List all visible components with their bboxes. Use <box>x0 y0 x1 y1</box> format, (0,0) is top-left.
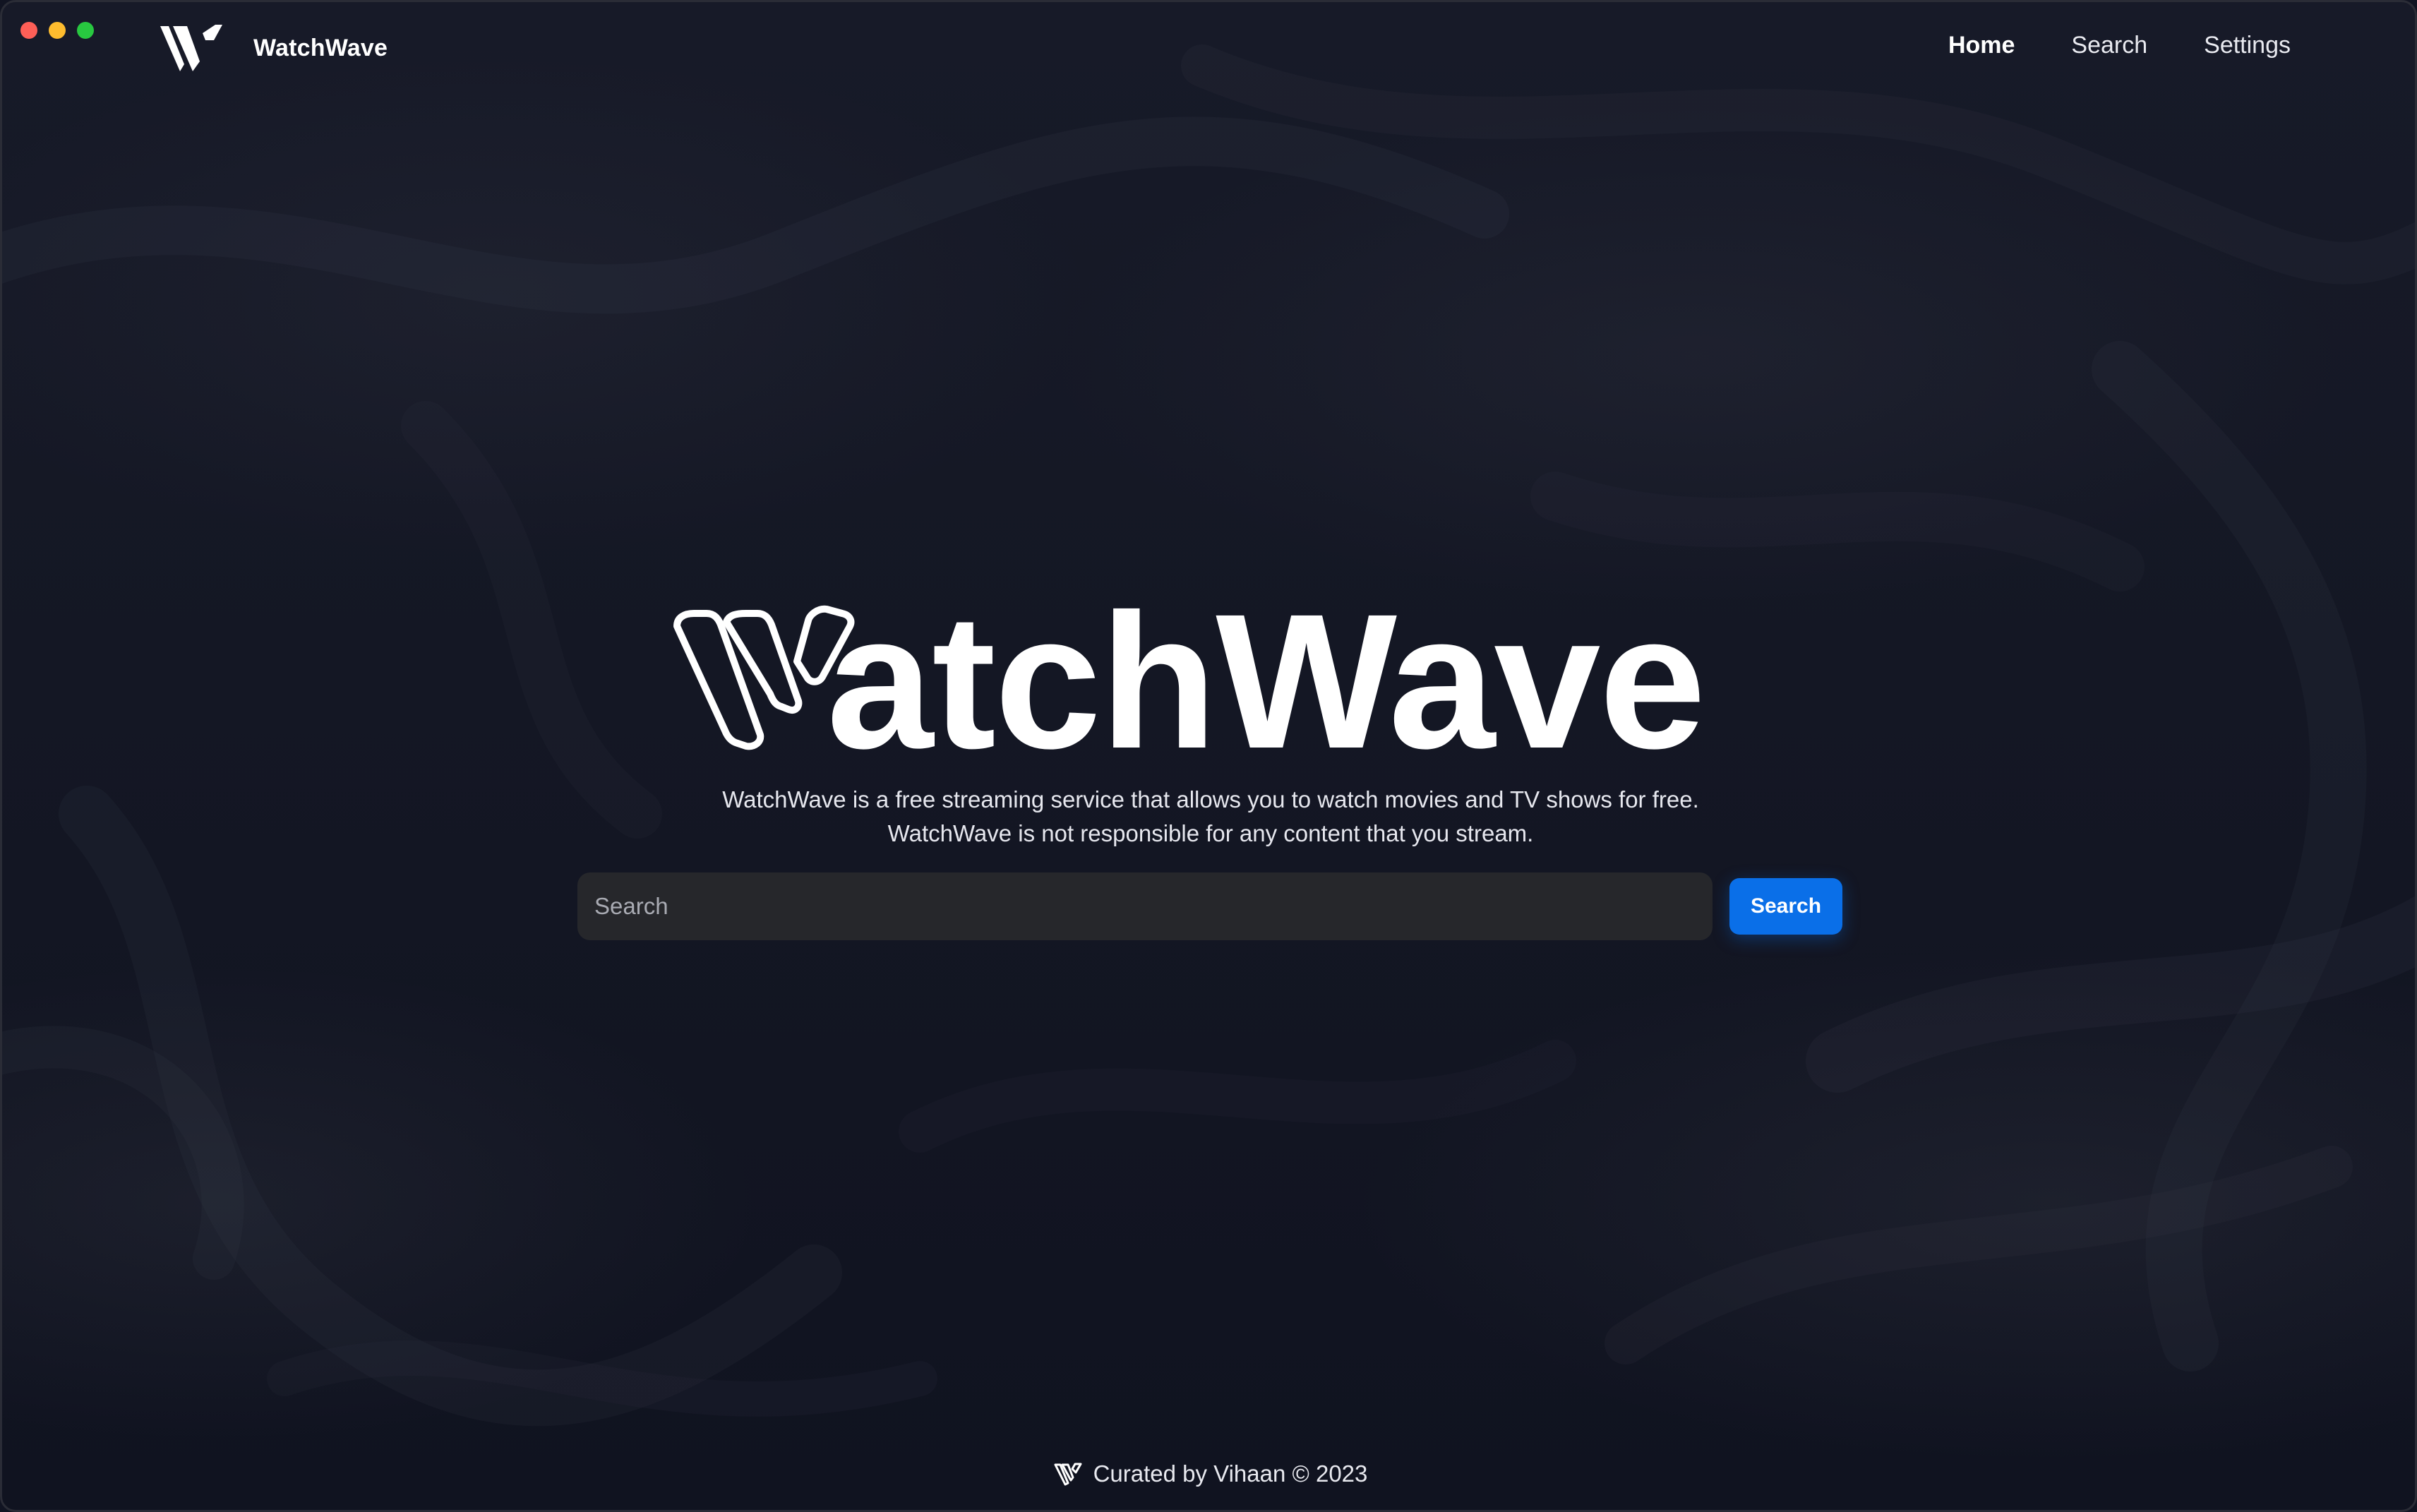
hero-title-text: atchWave <box>827 574 1706 788</box>
app-window: WatchWave Home Search Settings atchWave … <box>0 0 2417 1512</box>
watchwave-logo-icon <box>160 25 222 71</box>
brand[interactable]: WatchWave <box>159 22 388 74</box>
zoom-window-button[interactable] <box>77 22 94 39</box>
top-nav: Home Search Settings <box>1948 32 2291 59</box>
window-controls <box>20 22 94 39</box>
nav-settings[interactable]: Settings <box>2204 32 2291 59</box>
nav-home[interactable]: Home <box>1948 32 2015 59</box>
tagline: WatchWave is a free streaming service th… <box>2 783 2415 851</box>
tagline-line-2: WatchWave is not responsible for any con… <box>887 820 1534 846</box>
search-button[interactable]: Search <box>1729 878 1842 935</box>
watchwave-small-logo-icon <box>1054 1463 1082 1486</box>
footer: Curated by Vihaan © 2023 <box>2 1460 2415 1487</box>
hero-title: atchWave <box>670 585 1757 777</box>
search-bar: Search <box>577 872 1842 940</box>
minimize-window-button[interactable] <box>49 22 66 39</box>
nav-search[interactable]: Search <box>2071 32 2147 59</box>
footer-text: Curated by Vihaan © 2023 <box>1093 1460 1368 1487</box>
search-input[interactable] <box>577 872 1713 940</box>
tagline-line-1: WatchWave is a free streaming service th… <box>722 786 1699 812</box>
close-window-button[interactable] <box>20 22 37 39</box>
brand-name: WatchWave <box>253 34 388 61</box>
